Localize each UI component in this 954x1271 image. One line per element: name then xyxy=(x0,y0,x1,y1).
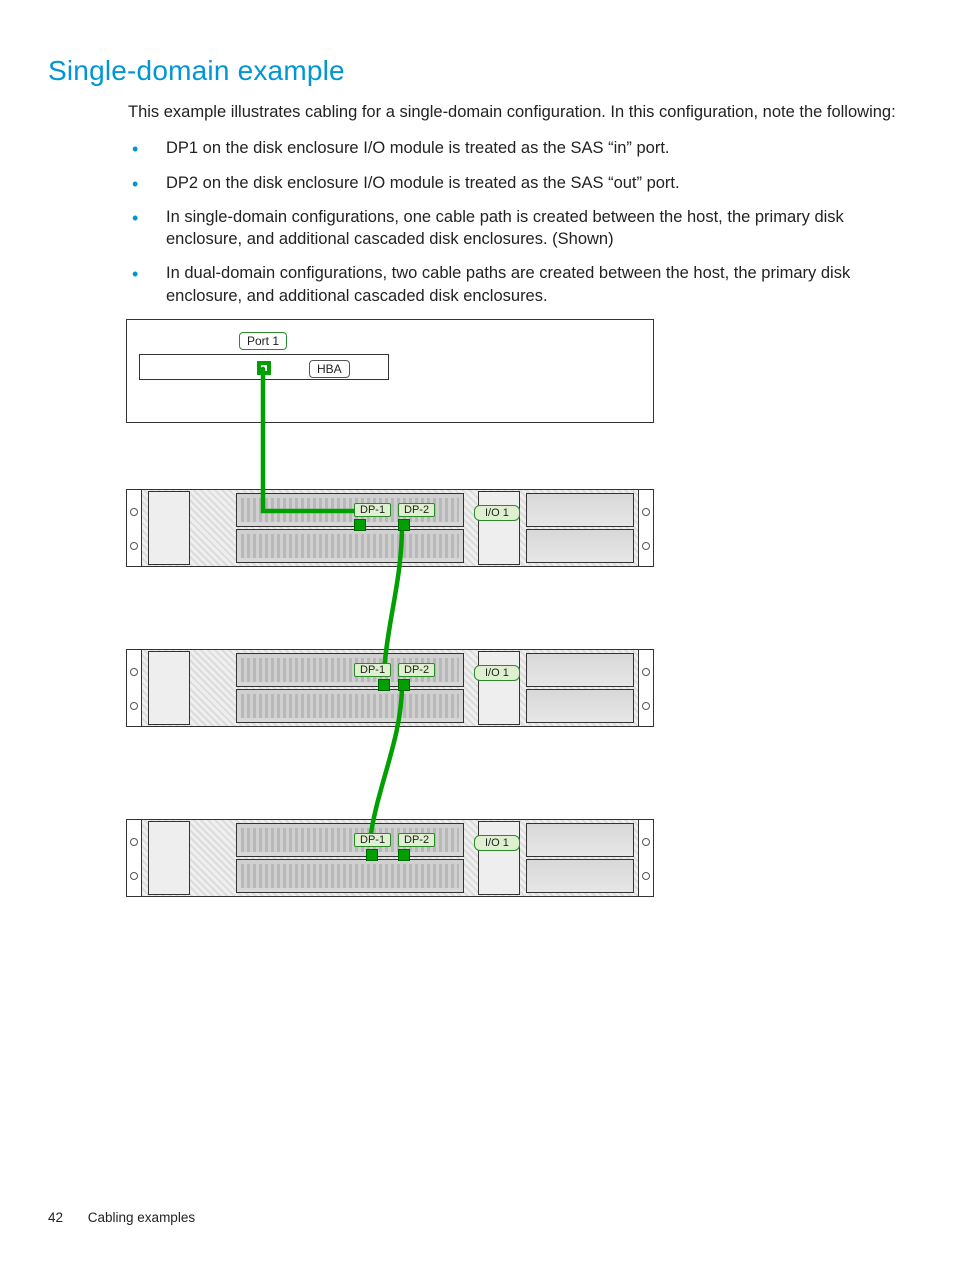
dp1-label: DP-1 xyxy=(354,833,391,847)
dp1-label: DP-1 xyxy=(354,503,391,517)
hba-port-icon xyxy=(257,361,271,375)
page-footer: 42 Cabling examples xyxy=(48,1210,195,1225)
bullet-item: DP1 on the disk enclosure I/O module is … xyxy=(128,137,896,159)
dp2-port-icon xyxy=(398,849,410,861)
cabling-diagram: Port 1 HBA DP-1 DP-2 xyxy=(126,319,654,927)
dp1-label: DP-1 xyxy=(354,663,391,677)
intro-paragraph: This example illustrates cabling for a s… xyxy=(128,101,896,123)
dp2-port-icon xyxy=(398,679,410,691)
bullet-item: DP2 on the disk enclosure I/O module is … xyxy=(128,172,896,194)
dp2-label: DP-2 xyxy=(398,833,435,847)
disk-enclosure-1: DP-1 DP-2 I/O 1 xyxy=(126,489,654,567)
io1-label: I/O 1 xyxy=(474,665,520,681)
bullet-item: In dual-domain configurations, two cable… xyxy=(128,262,896,307)
hba-card xyxy=(139,354,389,380)
dp1-port-icon xyxy=(378,679,390,691)
page-number: 42 xyxy=(48,1210,84,1225)
host-server-box: Port 1 HBA xyxy=(126,319,654,423)
io1-label: I/O 1 xyxy=(474,835,520,851)
bullet-list: DP1 on the disk enclosure I/O module is … xyxy=(128,137,896,307)
hba-label: HBA xyxy=(309,360,350,378)
io1-label: I/O 1 xyxy=(474,505,520,521)
dp2-port-icon xyxy=(398,519,410,531)
disk-enclosure-3: DP-1 DP-2 I/O 1 xyxy=(126,819,654,897)
footer-section-title: Cabling examples xyxy=(88,1210,195,1225)
dp1-port-icon xyxy=(354,519,366,531)
dp2-label: DP-2 xyxy=(398,503,435,517)
port1-label: Port 1 xyxy=(239,332,287,350)
disk-enclosure-2: DP-1 DP-2 I/O 1 xyxy=(126,649,654,727)
bullet-item: In single-domain configurations, one cab… xyxy=(128,206,896,251)
section-heading: Single-domain example xyxy=(48,55,906,87)
dp2-label: DP-2 xyxy=(398,663,435,677)
dp1-port-icon xyxy=(366,849,378,861)
